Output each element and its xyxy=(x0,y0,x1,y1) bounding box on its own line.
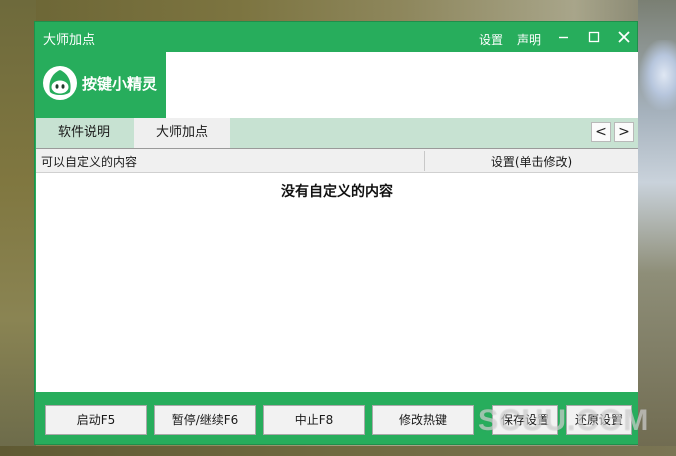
desktop-background-left xyxy=(0,0,36,456)
tab-bar: 软件说明 大师加点 < > xyxy=(36,118,638,148)
table-header: 可以自定义的内容 设置(单击修改) xyxy=(36,149,638,173)
save-settings-button[interactable]: 保存设置 xyxy=(492,405,558,435)
header-banner: 按键小精灵 xyxy=(36,52,638,118)
minimize-icon[interactable] xyxy=(554,27,574,47)
tab-next-button[interactable]: > xyxy=(614,122,634,142)
start-button[interactable]: 启动F5 xyxy=(45,405,147,435)
desktop-flower-decoration xyxy=(640,40,676,110)
modify-hotkey-button[interactable]: 修改热键 xyxy=(372,405,474,435)
close-icon[interactable] xyxy=(614,27,634,47)
column-header-settings[interactable]: 设置(单击修改) xyxy=(425,153,638,170)
restore-settings-button[interactable]: 还原设置 xyxy=(566,405,632,435)
desktop-background-bottom xyxy=(0,446,676,456)
logo-text: 按键小精灵 xyxy=(82,75,158,93)
desktop-background-top xyxy=(0,0,676,21)
title-bar[interactable]: 大师加点 设置 声明 xyxy=(35,22,637,52)
tab-software-description[interactable]: 软件说明 xyxy=(36,118,132,148)
settings-link[interactable]: 设置 xyxy=(479,31,503,48)
pause-resume-button[interactable]: 暂停/继续F6 xyxy=(154,405,256,435)
tab-prev-button[interactable]: < xyxy=(591,122,611,142)
logo-area: 按键小精灵 xyxy=(36,52,166,118)
bottom-toolbar: 启动F5 暂停/继续F6 中止F8 修改热键 保存设置 还原设置 xyxy=(36,392,638,444)
chevron-left-icon: < xyxy=(595,124,607,140)
chevron-right-icon: > xyxy=(618,124,630,140)
elf-logo-icon xyxy=(42,65,78,101)
content-table: 可以自定义的内容 设置(单击修改) 没有自定义的内容 xyxy=(36,148,638,392)
empty-message: 没有自定义的内容 xyxy=(281,184,393,200)
stop-button[interactable]: 中止F8 xyxy=(263,405,365,435)
statement-link[interactable]: 声明 xyxy=(517,31,541,48)
maximize-icon[interactable] xyxy=(584,27,604,47)
app-window: 大师加点 设置 声明 按键小精灵 软件说明 大师加点 < > 可以自定义的内容 … xyxy=(34,21,638,445)
column-header-customizable[interactable]: 可以自定义的内容 xyxy=(41,153,137,170)
window-title: 大师加点 xyxy=(43,33,96,48)
tab-master-points[interactable]: 大师加点 xyxy=(134,118,230,148)
